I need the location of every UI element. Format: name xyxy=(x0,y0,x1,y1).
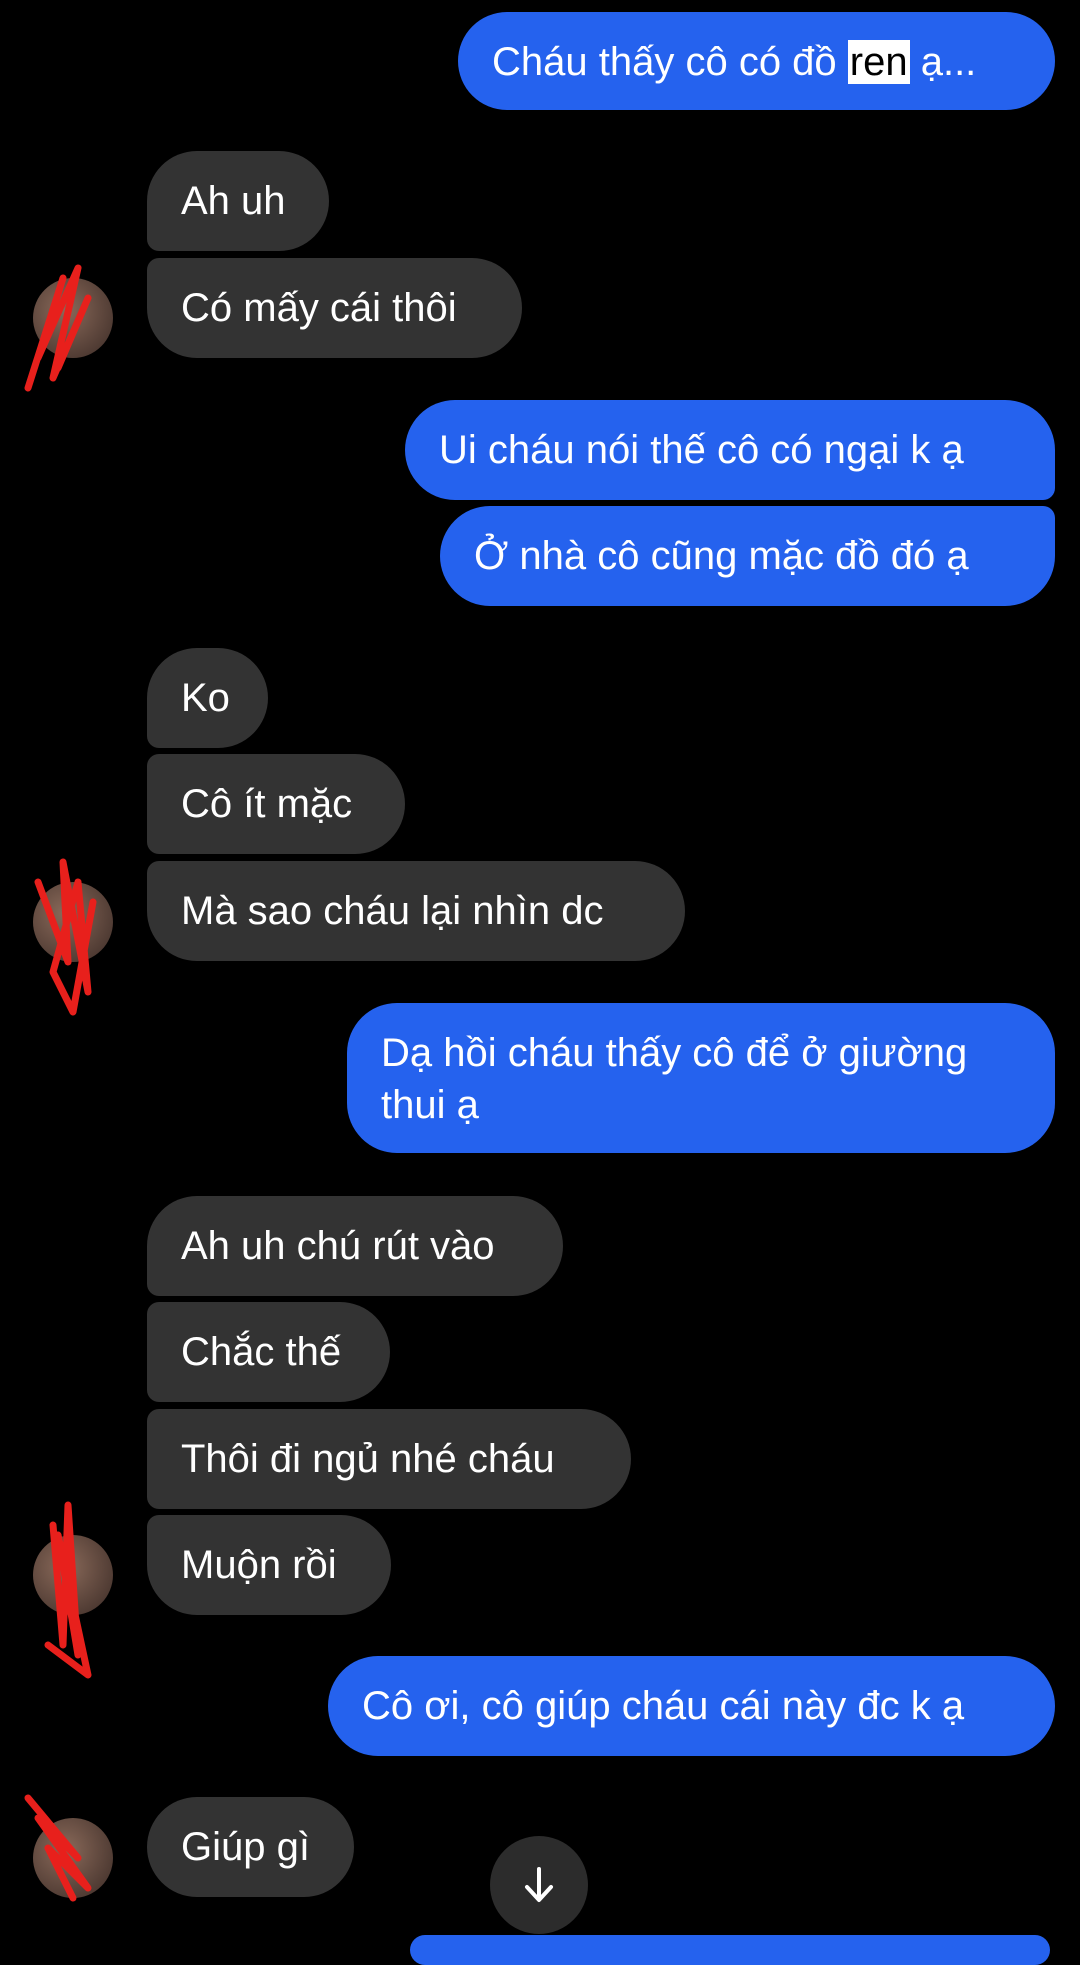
contact-avatar[interactable] xyxy=(33,858,113,1016)
redaction-scribble-icon xyxy=(44,1501,92,1679)
message-text: Dạ hồi cháu thấy cô để ở giường thui ạ xyxy=(381,1031,968,1127)
message-text: Cháu thấy cô có đồ xyxy=(492,40,848,84)
message-bubble-outgoing[interactable]: Cháu thấy cô có đồ ren ạ... xyxy=(458,12,1055,110)
message-text: Cô ơi, cô giúp cháu cái này đc k ạ xyxy=(362,1684,965,1728)
message-text: Ui cháu nói thế cô có ngại k ạ xyxy=(439,428,964,472)
message-bubble-incoming[interactable]: Muộn rồi xyxy=(147,1515,391,1615)
message-bubble-incoming[interactable]: Chắc thế xyxy=(147,1302,390,1402)
message-bubble-outgoing[interactable]: Ui cháu nói thế cô có ngại k ạ xyxy=(405,400,1055,500)
contact-avatar[interactable] xyxy=(24,264,113,392)
redaction-scribble-icon xyxy=(24,264,92,392)
message-bubble-incoming[interactable]: Ko xyxy=(147,648,268,748)
scroll-to-bottom-button[interactable] xyxy=(490,1836,588,1934)
contact-avatar[interactable] xyxy=(33,1501,113,1679)
message-bubble-incoming[interactable]: Ah uh xyxy=(147,151,329,251)
message-bubble-incoming[interactable]: Mà sao cháu lại nhìn dc xyxy=(147,861,685,961)
redaction-scribble-icon xyxy=(24,1794,92,1902)
message-text: Ah uh chú rút vào xyxy=(181,1224,495,1268)
contact-avatar[interactable] xyxy=(24,1794,113,1902)
message-text: Cô ít mặc xyxy=(181,782,353,826)
message-bubble-incoming[interactable]: Giúp gì xyxy=(147,1797,354,1897)
message-bubble-outgoing[interactable]: Dạ hồi cháu thấy cô để ở giường thui ạ xyxy=(347,1003,1055,1153)
message-bubble-outgoing[interactable]: Cô ơi, cô giúp cháu cái này đc k ạ xyxy=(328,1656,1055,1756)
message-text: ạ... xyxy=(909,40,977,84)
message-bubble-incoming[interactable]: Ah uh chú rút vào xyxy=(147,1196,563,1296)
message-text: Ko xyxy=(181,676,230,720)
message-text: Muộn rồi xyxy=(181,1543,337,1587)
selected-text-highlight[interactable]: ren xyxy=(847,40,910,84)
message-text: Ở nhà cô cũng mặc đồ đó ạ xyxy=(474,534,969,578)
message-bubble-incoming[interactable]: Cô ít mặc xyxy=(147,754,405,854)
message-bubble-outgoing[interactable]: Ở nhà cô cũng mặc đồ đó ạ xyxy=(440,506,1055,606)
message-bubble-incoming[interactable]: Có mấy cái thôi xyxy=(147,258,522,358)
message-text: Có mấy cái thôi xyxy=(181,286,457,330)
message-text: Chắc thế xyxy=(181,1330,342,1374)
message-text: Ah uh xyxy=(181,179,286,223)
arrow-down-icon xyxy=(525,1867,553,1902)
redaction-scribble-icon xyxy=(34,858,97,1016)
message-bubble-incoming[interactable]: Thôi đi ngủ nhé cháu xyxy=(147,1409,631,1509)
message-text: Mà sao cháu lại nhìn dc xyxy=(181,889,604,933)
message-text: Giúp gì xyxy=(181,1825,310,1869)
message-bubble-outgoing-partial[interactable] xyxy=(410,1935,1050,1965)
message-text: Thôi đi ngủ nhé cháu xyxy=(181,1437,555,1481)
